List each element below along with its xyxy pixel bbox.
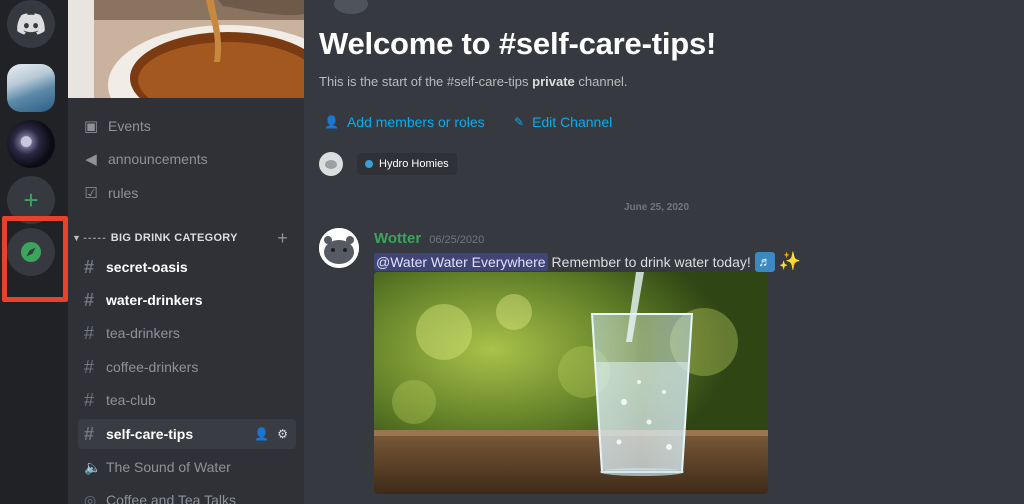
add-members-label: Add members or roles — [346, 114, 485, 130]
message-image-attachment[interactable] — [374, 272, 768, 494]
sparkles-emoji-icon: ✨ — [778, 251, 802, 271]
user-mention[interactable]: @Water Water Everywhere — [374, 252, 548, 271]
megaphone-icon: ◀ — [85, 151, 97, 168]
category-header[interactable]: ▼ - - - - - BIG DRINK CATEGORY + — [72, 228, 300, 248]
hashtag-icon: # — [84, 423, 95, 444]
edit-channel-button[interactable]: ✎ Edit Channel — [514, 114, 612, 130]
invite-member-icon[interactable]: 👤 — [254, 427, 269, 441]
message-author[interactable]: Wotter — [374, 230, 421, 247]
drag-dash-icon: - - - - - — [83, 232, 106, 244]
hashtag-icon: # — [84, 289, 95, 310]
channel-water-drinkers[interactable]: # water-drinkers — [78, 285, 296, 315]
stage-channel-coffee-tea-talks[interactable]: ◎ Coffee and Tea Talks — [78, 485, 296, 504]
night-sky-server-button[interactable] — [7, 120, 55, 168]
channel-sidebar: ▣ Events ◀ announcements ☑ rules ▼ - - -… — [68, 0, 304, 504]
chevron-down-icon: ▼ — [72, 233, 82, 243]
channel-coffee-drinkers[interactable]: # coffee-drinkers — [78, 352, 296, 382]
water-server-button[interactable] — [7, 64, 55, 112]
channel-label: The Sound of Water — [106, 459, 231, 475]
edit-channel-label: Edit Channel — [532, 114, 613, 130]
pencil-icon: ✎ — [514, 115, 525, 129]
channel-label: water-drinkers — [106, 292, 203, 308]
nav-item-rules[interactable]: ☑ rules — [82, 180, 138, 206]
avatar[interactable] — [319, 228, 359, 268]
member-avatar[interactable] — [319, 152, 343, 176]
category-label: BIG DRINK CATEGORY — [110, 232, 238, 244]
add-person-icon: 👤 — [324, 115, 339, 129]
channel-roles-row: Hydro Homies — [319, 152, 457, 176]
stage-icon: ◎ — [84, 491, 97, 504]
hashtag-icon: # — [84, 389, 95, 410]
role-pill-label: Hydro Homies — [379, 158, 449, 170]
add-server-icon: + — [23, 184, 39, 215]
discord-home-button[interactable] — [7, 0, 55, 48]
hashtag-icon: # — [84, 256, 95, 277]
role-color-dot — [365, 160, 373, 168]
discord-logo-icon — [17, 13, 45, 35]
gear-icon[interactable]: ⚙ — [277, 427, 288, 441]
hashtag-icon: # — [84, 322, 95, 343]
add-channel-icon[interactable]: + — [277, 228, 288, 249]
channel-label: secret-oasis — [106, 259, 188, 275]
hashtag-icon: # — [84, 356, 95, 377]
nav-item-announcements[interactable]: ◀ announcements — [82, 146, 208, 172]
speaker-icon: 🔈 — [84, 458, 102, 475]
message-timestamp: 06/25/2020 — [429, 234, 485, 246]
channel-tea-club[interactable]: # tea-club — [78, 385, 296, 415]
music-note-emoji-icon: ♬ — [754, 251, 775, 272]
highlight-annotation-box — [2, 216, 68, 302]
nav-item-events[interactable]: ▣ Events — [82, 113, 151, 139]
channel-label: tea-drinkers — [106, 325, 180, 341]
channel-label: self-care-tips — [106, 426, 194, 442]
channel-tea-drinkers[interactable]: # tea-drinkers — [78, 318, 296, 348]
channel-label: Coffee and Tea Talks — [106, 492, 236, 504]
date-divider: June 25, 2020 — [624, 202, 690, 213]
chat-main: Welcome to #self-care-tips! This is the … — [304, 0, 1024, 504]
channel-secret-oasis[interactable]: # secret-oasis — [78, 252, 296, 282]
calendar-icon: ▣ — [83, 118, 99, 135]
channel-label: tea-club — [106, 392, 156, 408]
message-content: @Water Water Everywhere Remember to drin… — [374, 251, 801, 272]
server-rail: + — [0, 0, 68, 504]
welcome-title: Welcome to #self-care-tips! — [319, 26, 717, 61]
previous-content-sliver — [334, 0, 368, 14]
channel-description: This is the start of the #self-care-tips… — [319, 74, 628, 89]
channel-label: coffee-drinkers — [106, 359, 199, 375]
message-header: Wotter 06/25/2020 — [374, 230, 484, 247]
nav-item-label: rules — [108, 185, 139, 201]
nav-item-label: Events — [108, 118, 151, 134]
channel-self-care-tips[interactable]: # self-care-tips 👤 ⚙ — [78, 419, 296, 449]
message-text: Remember to drink water today! — [551, 253, 751, 270]
role-pill[interactable]: Hydro Homies — [357, 153, 457, 175]
add-members-button[interactable]: 👤 Add members or roles — [324, 114, 485, 130]
nav-item-label: announcements — [108, 151, 208, 167]
server-banner-image — [68, 0, 304, 98]
rules-check-icon: ☑ — [84, 185, 98, 202]
voice-channel-sound-of-water[interactable]: 🔈 The Sound of Water — [78, 452, 296, 482]
